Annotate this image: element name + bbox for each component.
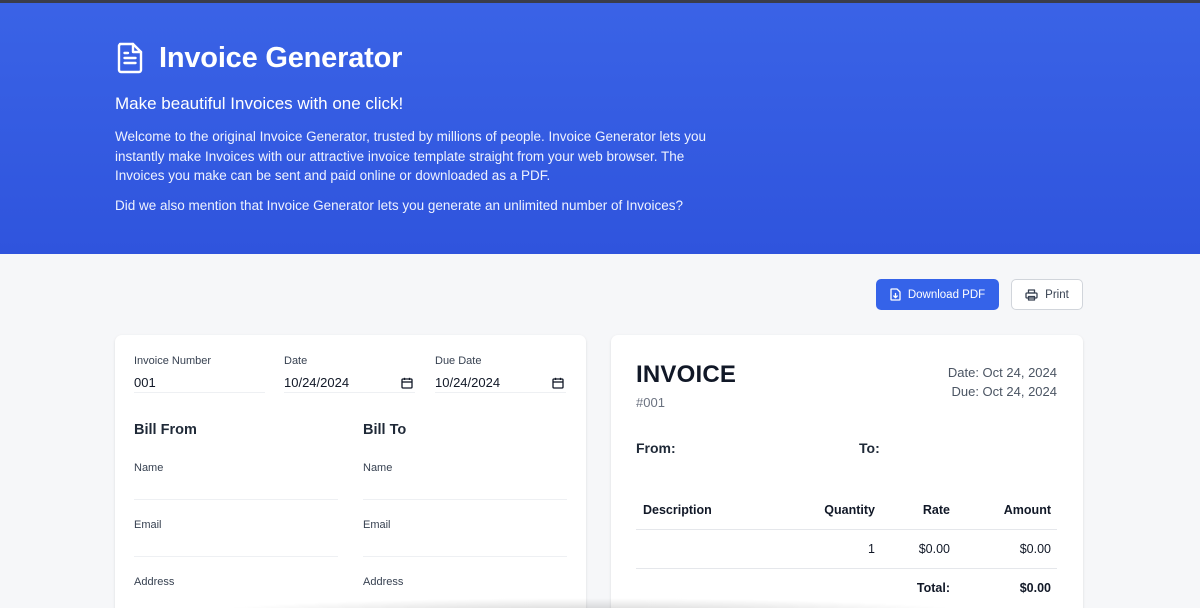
download-pdf-button[interactable]: Download PDF <box>876 279 999 310</box>
printer-icon <box>1025 288 1038 301</box>
column-header-amount: Amount <box>1003 503 1051 517</box>
to-name-input[interactable] <box>363 480 567 500</box>
invoice-preview-card: INVOICE #001 Date: Oct 24, 2024 Due: Oct… <box>611 335 1083 608</box>
bottom-shadow <box>200 598 980 608</box>
invoice-date: Date: Oct 24, 2024 <box>947 365 1057 380</box>
from-label: From: <box>636 440 676 456</box>
from-name-label: Name <box>134 462 164 474</box>
document-icon <box>117 42 143 74</box>
invoice-number: #001 <box>636 395 665 410</box>
print-button[interactable]: Print <box>1011 279 1083 310</box>
total-value: $0.00 <box>1019 581 1051 595</box>
hero-title-row: Invoice Generator <box>115 41 402 75</box>
row-quantity: 1 <box>868 542 875 556</box>
table-divider <box>636 529 1057 530</box>
hero-note: Did we also mention that Invoice Generat… <box>115 198 684 213</box>
column-header-rate: Rate <box>922 503 950 517</box>
from-address-label: Address <box>134 576 175 588</box>
from-email-input[interactable] <box>134 537 338 557</box>
bill-from-heading: Bill From <box>134 422 197 438</box>
row-rate: $0.00 <box>918 542 950 556</box>
hero-description: Welcome to the original Invoice Generato… <box>115 129 707 183</box>
invoice-title: INVOICE <box>636 361 737 388</box>
table-divider <box>636 568 1057 569</box>
to-address-label: Address <box>363 576 404 588</box>
invoice-form-card: Invoice Number 001 Date 10/24/2024 Due D… <box>115 335 586 608</box>
bill-to-heading: Bill To <box>363 422 407 438</box>
invoice-due-date: Due: Oct 24, 2024 <box>951 384 1057 399</box>
invoice-dates: Date: Oct 24, 2024 Due: Oct 24, 2024 <box>948 363 1057 401</box>
print-label: Print <box>1045 288 1069 301</box>
from-email-label: Email <box>134 519 162 531</box>
to-label: To: <box>859 440 880 456</box>
column-header-quantity: Quantity <box>824 503 875 517</box>
hero-subtitle: Make beautiful Invoices with one click! <box>115 94 404 113</box>
due-date-label: Due Date <box>435 355 482 367</box>
invoice-number-label: Invoice Number <box>134 355 212 367</box>
date-input[interactable]: 10/24/2024 <box>284 373 415 393</box>
date-label: Date <box>284 355 308 367</box>
column-header-description: Description <box>643 503 712 517</box>
due-date-value: 10/24/2024 <box>435 375 501 390</box>
due-date-input[interactable]: 10/24/2024 <box>435 373 566 393</box>
invoice-number-value: 001 <box>134 375 156 390</box>
row-amount: $0.00 <box>1019 542 1051 556</box>
date-value: 10/24/2024 <box>284 375 350 390</box>
total-label: Total: <box>916 581 950 595</box>
page-title: Invoice Generator <box>159 41 403 74</box>
to-email-input[interactable] <box>363 537 567 557</box>
download-pdf-label: Download PDF <box>907 288 986 301</box>
calendar-icon[interactable] <box>401 377 413 389</box>
hero-banner: Invoice Generator Make beautiful Invoice… <box>0 3 1200 254</box>
from-name-input[interactable] <box>134 480 338 500</box>
invoice-number-input[interactable]: 001 <box>134 373 265 393</box>
file-download-icon <box>890 288 901 301</box>
calendar-icon[interactable] <box>552 377 564 389</box>
to-name-label: Name <box>363 462 393 474</box>
to-email-label: Email <box>363 519 391 531</box>
